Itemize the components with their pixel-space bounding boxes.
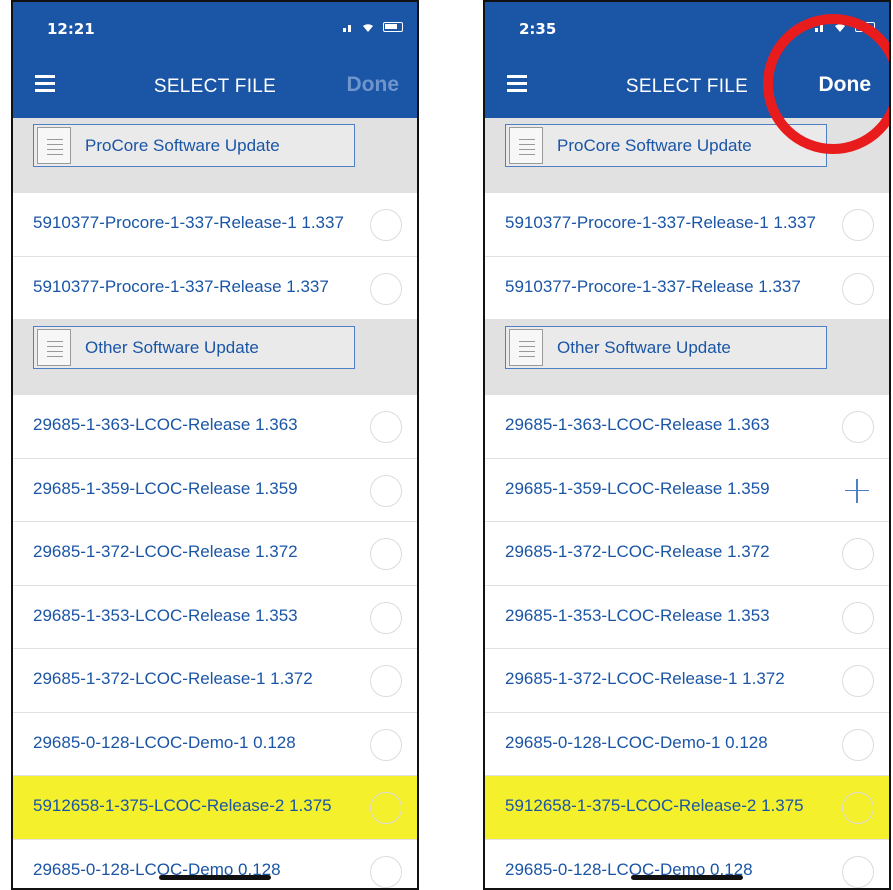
- file-row[interactable]: 29685-1-353-LCOC-Release 1.353: [13, 585, 417, 649]
- signal-icon: [815, 28, 818, 32]
- file-row[interactable]: 29685-0-128-LCOC-Demo 0.128: [485, 839, 889, 888]
- file-label: 29685-0-128-LCOC-Demo-1 0.128: [505, 732, 768, 752]
- status-bar: 12:21: [13, 2, 417, 52]
- file-row[interactable]: 29685-1-372-LCOC-Release 1.372: [13, 522, 417, 586]
- file-row[interactable]: 29685-0-128-LCOC-Demo-1 0.128: [485, 712, 889, 776]
- section-header: Other Software Update: [13, 320, 417, 395]
- file-row[interactable]: 29685-0-128-LCOC-Demo 0.128: [13, 839, 417, 888]
- done-button[interactable]: Done: [347, 73, 400, 97]
- home-indicator[interactable]: [159, 875, 271, 880]
- phone-screen-right: 2:35 SELECT FILE Done ProCore Software U…: [483, 0, 891, 890]
- file-label: 29685-1-359-LCOC-Release 1.359: [33, 478, 298, 498]
- navigation-bar: SELECT FILE Done: [13, 52, 417, 118]
- file-row[interactable]: 29685-1-363-LCOC-Release 1.363: [13, 395, 417, 459]
- select-radio-button[interactable]: [842, 665, 874, 697]
- file-row[interactable]: 5910377-Procore-1-337-Release 1.337: [485, 256, 889, 320]
- file-row[interactable]: 29685-0-128-LCOC-Demo-1 0.128: [13, 712, 417, 776]
- document-icon: [37, 127, 71, 164]
- wifi-icon: [835, 24, 845, 32]
- select-radio-button[interactable]: [370, 601, 402, 634]
- select-radio-button[interactable]: [370, 665, 402, 697]
- file-row[interactable]: 29685-1-372-LCOC-Release-1 1.372: [13, 649, 417, 713]
- section-header-label: Other Software Update: [85, 337, 259, 357]
- document-icon: [509, 127, 543, 164]
- section-header: ProCore Software Update: [485, 118, 889, 193]
- select-radio-button[interactable]: [842, 209, 874, 241]
- wifi-icon: [363, 24, 373, 32]
- battery-icon: [383, 22, 403, 32]
- status-icons: [815, 20, 875, 34]
- file-row[interactable]: 29685-1-359-LCOC-Release 1.359: [485, 458, 889, 522]
- select-radio-button[interactable]: [370, 538, 402, 570]
- file-label: 29685-1-363-LCOC-Release 1.363: [33, 415, 298, 434]
- select-radio-button[interactable]: [842, 601, 874, 634]
- section-header-label: ProCore Software Update: [557, 135, 752, 155]
- section-header-box: Other Software Update: [33, 326, 355, 369]
- status-bar: 2:35: [485, 2, 889, 52]
- phone-screen-left: 12:21 SELECT FILE Done ProCore Software …: [11, 0, 419, 890]
- select-radio-button[interactable]: [842, 792, 874, 824]
- select-radio-button[interactable]: [370, 474, 402, 507]
- file-list: ProCore Software Update 5910377-Procore-1…: [485, 118, 889, 888]
- done-button[interactable]: Done: [819, 73, 872, 97]
- section-header-label: ProCore Software Update: [85, 135, 280, 155]
- file-row[interactable]: 29685-1-372-LCOC-Release-1 1.372: [485, 649, 889, 713]
- select-radio-button[interactable]: [842, 538, 874, 570]
- file-row[interactable]: 29685-1-353-LCOC-Release 1.353: [485, 585, 889, 649]
- select-radio-button[interactable]: [842, 855, 874, 888]
- file-row[interactable]: 5912658-1-375-LCOC-Release-2 1.375: [485, 776, 889, 840]
- file-label: 29685-1-359-LCOC-Release 1.359: [505, 478, 770, 498]
- section-header: Other Software Update: [485, 320, 889, 395]
- file-label: 29685-1-353-LCOC-Release 1.353: [33, 605, 298, 625]
- select-radio-button[interactable]: [370, 792, 402, 824]
- file-label: 5910377-Procore-1-337-Release 1.337: [505, 276, 801, 296]
- select-radio-button[interactable]: [370, 728, 402, 761]
- file-label: 5912658-1-375-LCOC-Release-2 1.375: [505, 796, 804, 815]
- file-label: 29685-1-372-LCOC-Release-1 1.372: [33, 669, 313, 688]
- signal-icon: [348, 25, 351, 32]
- file-row[interactable]: 5912658-1-375-LCOC-Release-2 1.375: [13, 776, 417, 840]
- file-label: 29685-1-363-LCOC-Release 1.363: [505, 415, 770, 434]
- file-label: 5912658-1-375-LCOC-Release-2 1.375: [33, 796, 332, 815]
- file-row[interactable]: 29685-1-359-LCOC-Release 1.359: [13, 458, 417, 522]
- select-radio-button[interactable]: [370, 411, 402, 443]
- signal-icon: [820, 25, 823, 32]
- file-label: 29685-1-353-LCOC-Release 1.353: [505, 605, 770, 625]
- file-label: 5910377-Procore-1-337-Release-1 1.337: [33, 213, 344, 232]
- file-label: 29685-0-128-LCOC-Demo-1 0.128: [33, 732, 296, 752]
- section-header: ProCore Software Update: [13, 118, 417, 193]
- file-label: 5910377-Procore-1-337-Release-1 1.337: [505, 213, 816, 232]
- signal-icon: [343, 28, 346, 32]
- section-header-box: ProCore Software Update: [33, 124, 355, 167]
- battery-icon: [855, 22, 875, 32]
- select-radio-button[interactable]: [842, 411, 874, 443]
- home-indicator[interactable]: [631, 875, 743, 880]
- select-radio-button[interactable]: [842, 728, 874, 761]
- file-row[interactable]: 5910377-Procore-1-337-Release-1 1.337: [485, 193, 889, 257]
- navigation-bar: SELECT FILE Done: [485, 52, 889, 118]
- plus-icon[interactable]: [845, 478, 869, 503]
- section-header-box: Other Software Update: [505, 326, 827, 369]
- select-radio-button[interactable]: [370, 272, 402, 305]
- file-row[interactable]: 29685-1-372-LCOC-Release 1.372: [485, 522, 889, 586]
- file-row[interactable]: 5910377-Procore-1-337-Release 1.337: [13, 256, 417, 320]
- status-icons: [343, 20, 403, 34]
- section-header-box: ProCore Software Update: [505, 124, 827, 167]
- file-label: 29685-1-372-LCOC-Release-1 1.372: [505, 669, 785, 688]
- status-time: 2:35: [519, 20, 557, 38]
- file-row[interactable]: 29685-1-363-LCOC-Release 1.363: [485, 395, 889, 459]
- select-radio-button[interactable]: [370, 855, 402, 888]
- file-label: 5910377-Procore-1-337-Release 1.337: [33, 276, 329, 296]
- document-icon: [509, 329, 543, 366]
- status-time: 12:21: [47, 20, 95, 38]
- file-label: 29685-1-372-LCOC-Release 1.372: [505, 542, 770, 561]
- section-header-label: Other Software Update: [557, 337, 731, 357]
- select-radio-button[interactable]: [370, 209, 402, 241]
- file-list: ProCore Software Update 5910377-Procore-1…: [13, 118, 417, 888]
- file-row[interactable]: 5910377-Procore-1-337-Release-1 1.337: [13, 193, 417, 257]
- document-icon: [37, 329, 71, 366]
- select-radio-button[interactable]: [842, 272, 874, 305]
- file-label: 29685-1-372-LCOC-Release 1.372: [33, 542, 298, 561]
